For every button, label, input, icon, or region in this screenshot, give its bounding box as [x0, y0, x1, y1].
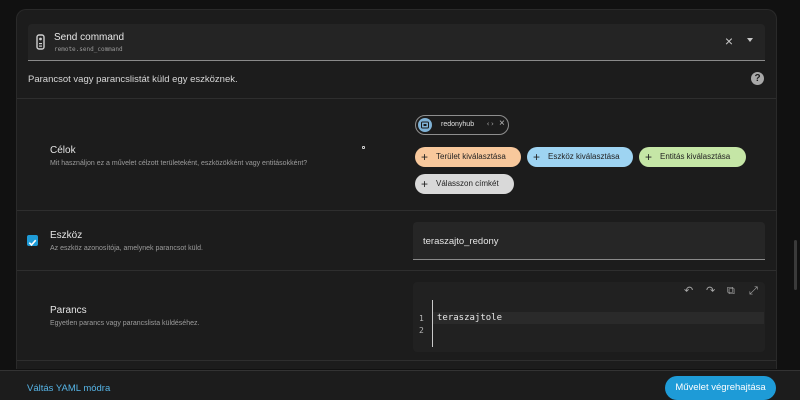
undo-icon[interactable]: ↶ — [684, 285, 693, 297]
device-field-checkbox[interactable] — [27, 235, 38, 247]
plus-icon: + — [421, 177, 429, 191]
help-icon[interactable]: ? — [751, 72, 764, 85]
clear-icon[interactable]: × — [725, 33, 733, 49]
plus-icon: + — [533, 150, 541, 164]
command-field-title: Parancs — [50, 305, 87, 316]
divider — [17, 360, 776, 361]
line-number: 1 — [419, 314, 424, 323]
remove-device-icon[interactable]: × — [499, 118, 505, 129]
chevron-down-icon[interactable] — [747, 38, 753, 42]
yaml-mode-link[interactable]: Váltás YAML módra — [27, 383, 110, 394]
select-label-button[interactable]: + Válasszon címkét — [415, 174, 514, 194]
info-marker-icon — [362, 146, 365, 149]
copy-icon[interactable]: ⧉ — [727, 285, 735, 297]
service-title: Send command — [54, 32, 125, 43]
scrollbar[interactable] — [794, 240, 797, 290]
run-action-button[interactable]: Művelet végrehajtása — [665, 376, 776, 400]
select-area-button[interactable]: + Terület kiválasztása — [415, 147, 521, 167]
command-field-subtitle: Egyetlen parancs vagy parancslista küldé… — [50, 320, 200, 327]
plus-icon: + — [645, 150, 653, 164]
select-entity-button[interactable]: + Entitás kiválasztása — [639, 147, 746, 167]
device-field-title: Eszköz — [50, 230, 83, 241]
command-code[interactable]: teraszajtole — [437, 313, 502, 323]
service-id: remote.send_command — [54, 46, 123, 53]
select-device-button[interactable]: + Eszköz kiválasztása — [527, 147, 633, 167]
device-id-value: teraszajto_redony — [423, 236, 499, 247]
targets-subtitle: Mit használjon ez a művelet célzott terü… — [50, 160, 308, 167]
plus-icon: + — [421, 150, 429, 164]
device-icon — [418, 118, 432, 132]
line-number: 2 — [419, 326, 424, 335]
redo-icon[interactable]: ↷ — [706, 285, 715, 297]
divider — [17, 270, 776, 271]
divider — [17, 210, 776, 211]
expand-icon[interactable]: ⤢ — [749, 285, 758, 297]
editor-toolbar: ↶ ↷ ⧉ ⤢ — [413, 283, 765, 300]
divider — [17, 98, 776, 99]
code-icon[interactable]: ‹› — [486, 120, 494, 128]
check-icon — [28, 239, 37, 247]
service-description: Parancsot vagy parancslistát küld egy es… — [28, 74, 238, 85]
service-selector[interactable]: Send command remote.send_command × — [28, 24, 765, 61]
remote-icon — [36, 34, 45, 55]
targets-title: Célok — [50, 145, 76, 156]
device-id-input[interactable]: teraszajto_redony — [413, 222, 765, 260]
selected-device-chip[interactable]: redonyhub ‹› × — [415, 115, 509, 135]
selected-device-label: redonyhub — [441, 121, 475, 128]
device-field-subtitle: Az eszköz azonosítója, amelynek parancso… — [50, 245, 203, 252]
